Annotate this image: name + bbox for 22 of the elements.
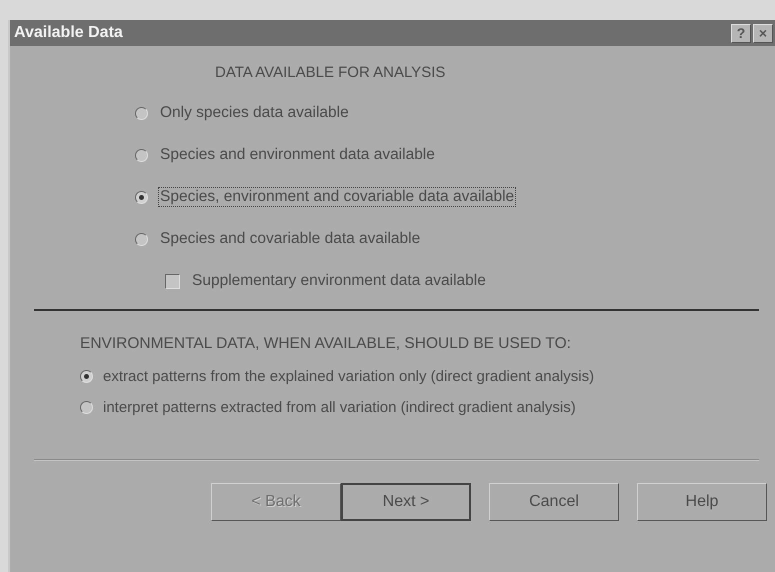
close-button[interactable]: × bbox=[753, 24, 773, 42]
radio-button[interactable] bbox=[80, 401, 93, 414]
checkbox-label[interactable]: Supplementary environment data available bbox=[190, 271, 488, 291]
radio-button[interactable] bbox=[135, 148, 148, 162]
window-title: Available Data bbox=[14, 24, 123, 42]
option-label[interactable]: Species and environment data available bbox=[158, 145, 437, 165]
radio-button[interactable] bbox=[135, 232, 148, 246]
section-heading: DATA AVAILABLE FOR ANALYSIS bbox=[215, 64, 446, 81]
radio-button[interactable] bbox=[135, 106, 148, 120]
checkbox[interactable] bbox=[165, 274, 180, 288]
help-button[interactable]: ? bbox=[731, 24, 751, 42]
dialog-button[interactable]: Cancel bbox=[489, 483, 619, 521]
dialog-button[interactable]: Help bbox=[637, 483, 767, 521]
option-label[interactable]: interpret patterns extracted from all variation (indirect gradient analysis) bbox=[101, 398, 578, 417]
option-label[interactable]: Species, environment and covariable data available bbox=[158, 187, 516, 207]
option-label[interactable]: extract patterns from the explained variation only (direct gradient analysis) bbox=[101, 367, 596, 386]
radio-button[interactable] bbox=[80, 370, 93, 383]
section-heading: ENVIRONMENTAL DATA, WHEN AVAILABLE, SHOULD BE USED TO: bbox=[80, 335, 572, 353]
option-label[interactable]: Species and covariable data available bbox=[158, 229, 422, 249]
dialog-button[interactable]: Next > bbox=[341, 483, 471, 521]
option-label[interactable]: Only species data available bbox=[158, 103, 351, 123]
radio-button[interactable] bbox=[135, 190, 148, 204]
